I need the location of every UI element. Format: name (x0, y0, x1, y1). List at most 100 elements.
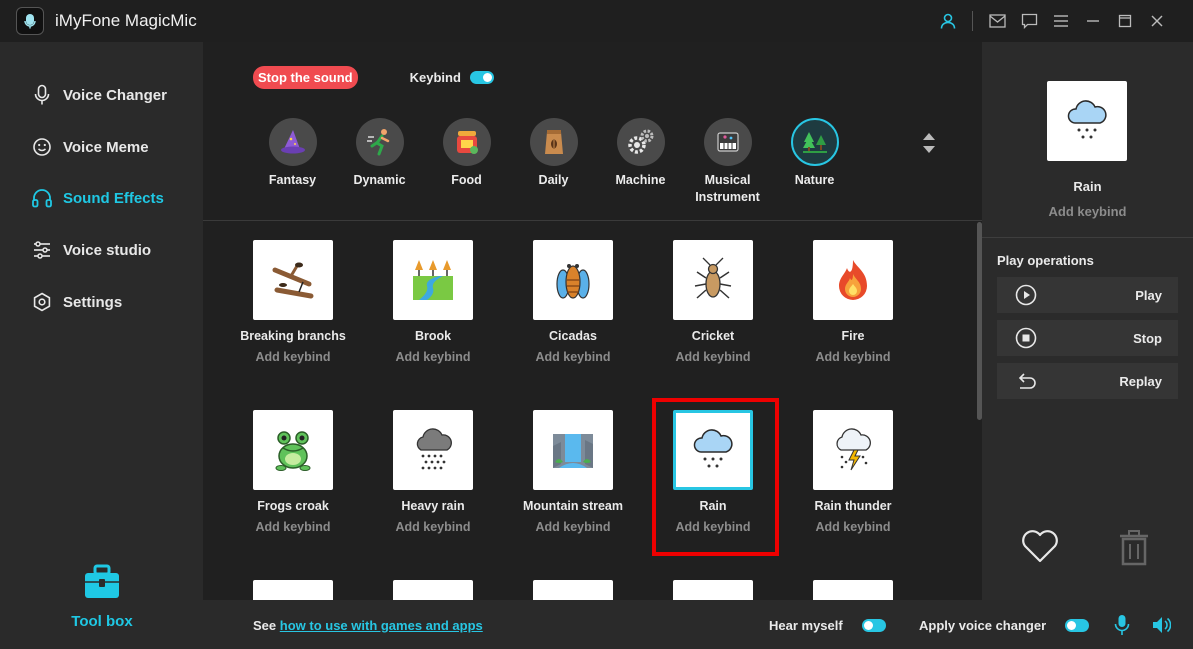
stop-button[interactable]: Stop (997, 320, 1178, 356)
add-keybind-link[interactable]: Add keybind (793, 520, 913, 534)
gears-icon (616, 118, 665, 166)
stop-label: Stop (1133, 330, 1162, 346)
sound-name: Mountain stream (522, 499, 623, 513)
coffee-bag-icon (529, 118, 578, 166)
gear-icon (30, 290, 54, 314)
sound-tile-rain-thunder[interactable]: Rain thunder Add keybind (793, 410, 913, 534)
brook-icon (393, 240, 473, 320)
close-icon[interactable] (1141, 0, 1173, 42)
sound-name: Fire (841, 329, 865, 343)
sound-tile-cicadas[interactable]: Cicadas Add keybind (513, 240, 633, 364)
sound-tile-frogs-croak[interactable]: Frogs croak Add keybind (233, 410, 353, 534)
play-button[interactable]: Play (997, 277, 1178, 313)
category-label: Food (451, 173, 482, 187)
wizard-hat-icon (268, 118, 317, 166)
add-keybind-link[interactable]: Add keybind (373, 350, 493, 364)
help-text: See how to use with games and apps (253, 618, 483, 633)
sidebar-item-sound-effects[interactable]: Sound Effects (30, 185, 164, 211)
sound-tile-mountain-stream[interactable]: Mountain stream Add keybind (513, 410, 633, 534)
category-label: Musical Instrument (695, 173, 760, 204)
category-label: Nature (794, 173, 835, 187)
keybind-toggle[interactable] (469, 71, 494, 84)
toolbox-icon (62, 564, 142, 605)
user-icon[interactable] (932, 0, 964, 42)
speaker-icon[interactable] (1151, 615, 1171, 635)
category-dynamic[interactable]: Dynamic (336, 118, 423, 206)
microphone-icon (30, 83, 54, 107)
app-title: iMyFone MagicMic (55, 11, 197, 30)
sidebar-item-voice-meme[interactable]: Voice Meme (30, 134, 149, 160)
feedback-icon[interactable] (1013, 0, 1045, 42)
sound-tile-heavy-rain[interactable]: Heavy rain Add keybind (373, 410, 493, 534)
smiley-icon (30, 135, 54, 159)
add-keybind-link[interactable]: Add keybind (233, 520, 353, 534)
sound-name: Heavy rain (401, 499, 465, 513)
sidebar-item-voice-changer[interactable]: Voice Changer (30, 82, 167, 108)
category-fantasy[interactable]: Fantasy (249, 118, 336, 206)
menu-icon[interactable] (1045, 0, 1077, 42)
title-bar: iMyFone MagicMic (0, 0, 1193, 42)
hear-myself-toggle[interactable] (861, 619, 886, 632)
add-keybind-link[interactable]: Add keybind (653, 350, 773, 364)
trash-icon[interactable] (1117, 528, 1151, 571)
heart-icon[interactable] (1020, 528, 1060, 569)
cricket-icon (673, 240, 753, 320)
mail-icon[interactable] (981, 0, 1013, 42)
add-keybind-link[interactable]: Add keybind (513, 520, 633, 534)
preview-panel: Rain Add keybind Play operations Play St… (982, 42, 1193, 600)
maximize-icon[interactable] (1109, 0, 1141, 42)
category-label: Daily (538, 173, 569, 187)
sound-effects-panel: Stop the sound Keybind Fantasy Dynamic F… (203, 42, 982, 649)
apply-voice-changer-toggle[interactable] (1065, 619, 1090, 632)
category-label: Machine (615, 173, 666, 187)
titlebar-divider (972, 11, 973, 31)
fire-icon (813, 240, 893, 320)
category-machine[interactable]: Machine (597, 118, 684, 206)
bottom-bar: See how to use with games and apps Hear … (203, 600, 1193, 649)
headphones-icon (30, 186, 54, 210)
microphone-icon[interactable] (1114, 614, 1130, 636)
play-label: Play (1135, 287, 1162, 303)
category-nature[interactable]: Nature (771, 118, 858, 206)
arrow-down-icon[interactable] (921, 142, 937, 156)
category-musical-instrument[interactable]: Musical Instrument (684, 118, 771, 206)
how-to-use-link[interactable]: how to use with games and apps (280, 618, 483, 633)
arrow-up-icon[interactable] (921, 128, 937, 142)
add-keybind-link[interactable]: Add keybind (513, 350, 633, 364)
sidebar-item-voice-studio[interactable]: Voice studio (30, 237, 151, 263)
category-label: Fantasy (268, 173, 317, 187)
add-keybind-link[interactable]: Add keybind (793, 350, 913, 364)
category-scroll-arrows (921, 128, 937, 156)
sound-tile-cricket[interactable]: Cricket Add keybind (653, 240, 773, 364)
stop-icon (1014, 326, 1038, 350)
app-window: iMyFone MagicMic Voice Changer Voice Mem… (0, 0, 1193, 649)
add-keybind-link[interactable]: Add keybind (233, 350, 353, 364)
keybind-label: Keybind (409, 70, 461, 85)
minimize-icon[interactable] (1077, 0, 1109, 42)
preview-sound-name: Rain (1073, 179, 1102, 194)
category-daily[interactable]: Daily (510, 118, 597, 206)
preview-add-keybind[interactable]: Add keybind (982, 204, 1193, 219)
sound-name: Brook (414, 329, 452, 343)
toolbox-label: Tool box (71, 613, 133, 630)
apply-voice-changer-label: Apply voice changer (919, 618, 1047, 633)
highlight-box (652, 398, 779, 556)
thunder-icon (813, 410, 893, 490)
replay-button[interactable]: Replay (997, 363, 1178, 399)
sound-tile-fire[interactable]: Fire Add keybind (793, 240, 913, 364)
sound-name: Cricket (691, 329, 735, 343)
waterfall-icon (533, 410, 613, 490)
toolbox-button[interactable]: Tool box (62, 564, 142, 630)
category-food[interactable]: Food (423, 118, 510, 206)
category-label: Dynamic (353, 173, 406, 187)
category-bar: Fantasy Dynamic Food Daily Machine Music… (249, 118, 858, 206)
replay-label: Replay (1119, 373, 1162, 389)
sidebar-item-settings[interactable]: Settings (30, 289, 122, 315)
heavy-rain-icon (393, 410, 473, 490)
stop-the-sound-button[interactable]: Stop the sound (253, 66, 358, 89)
add-keybind-link[interactable]: Add keybind (373, 520, 493, 534)
sound-tile-breaking-branchs[interactable]: Breaking branchs Add keybind (233, 240, 353, 364)
play-icon (1014, 283, 1038, 307)
preview-divider (982, 237, 1193, 238)
sound-tile-brook[interactable]: Brook Add keybind (373, 240, 493, 364)
